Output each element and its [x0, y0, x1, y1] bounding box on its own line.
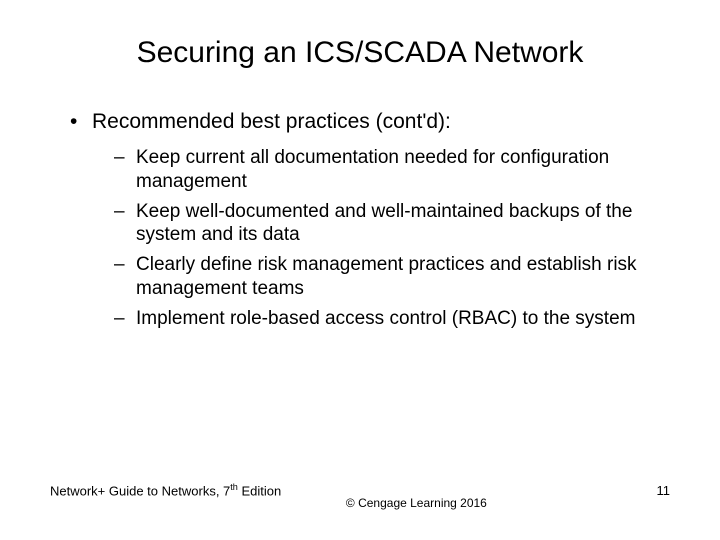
bullet-level1: Recommended best practices (cont'd): — [70, 110, 670, 134]
footer-ordinal: th — [230, 482, 238, 492]
slide: Securing an ICS/SCADA Network Recommende… — [0, 0, 720, 540]
bullet-level2: Clearly define risk management practices… — [114, 253, 670, 301]
footer-source: Network+ Guide to Networks, 7th Edition — [50, 482, 281, 498]
bullet-level2: Implement role-based access control (RBA… — [114, 307, 670, 331]
bullet-level2: Keep current all documentation needed fo… — [114, 146, 670, 194]
page-number: 11 — [657, 483, 671, 498]
footer-source-prefix: Network+ Guide to Networks, 7 — [50, 483, 230, 498]
bullet-level2: Keep well-documented and well-maintained… — [114, 200, 670, 248]
footer-copyright: © Cengage Learning 2016 — [346, 496, 487, 510]
footer-source-suffix: Edition — [238, 483, 281, 498]
slide-title: Securing an ICS/SCADA Network — [50, 36, 670, 70]
